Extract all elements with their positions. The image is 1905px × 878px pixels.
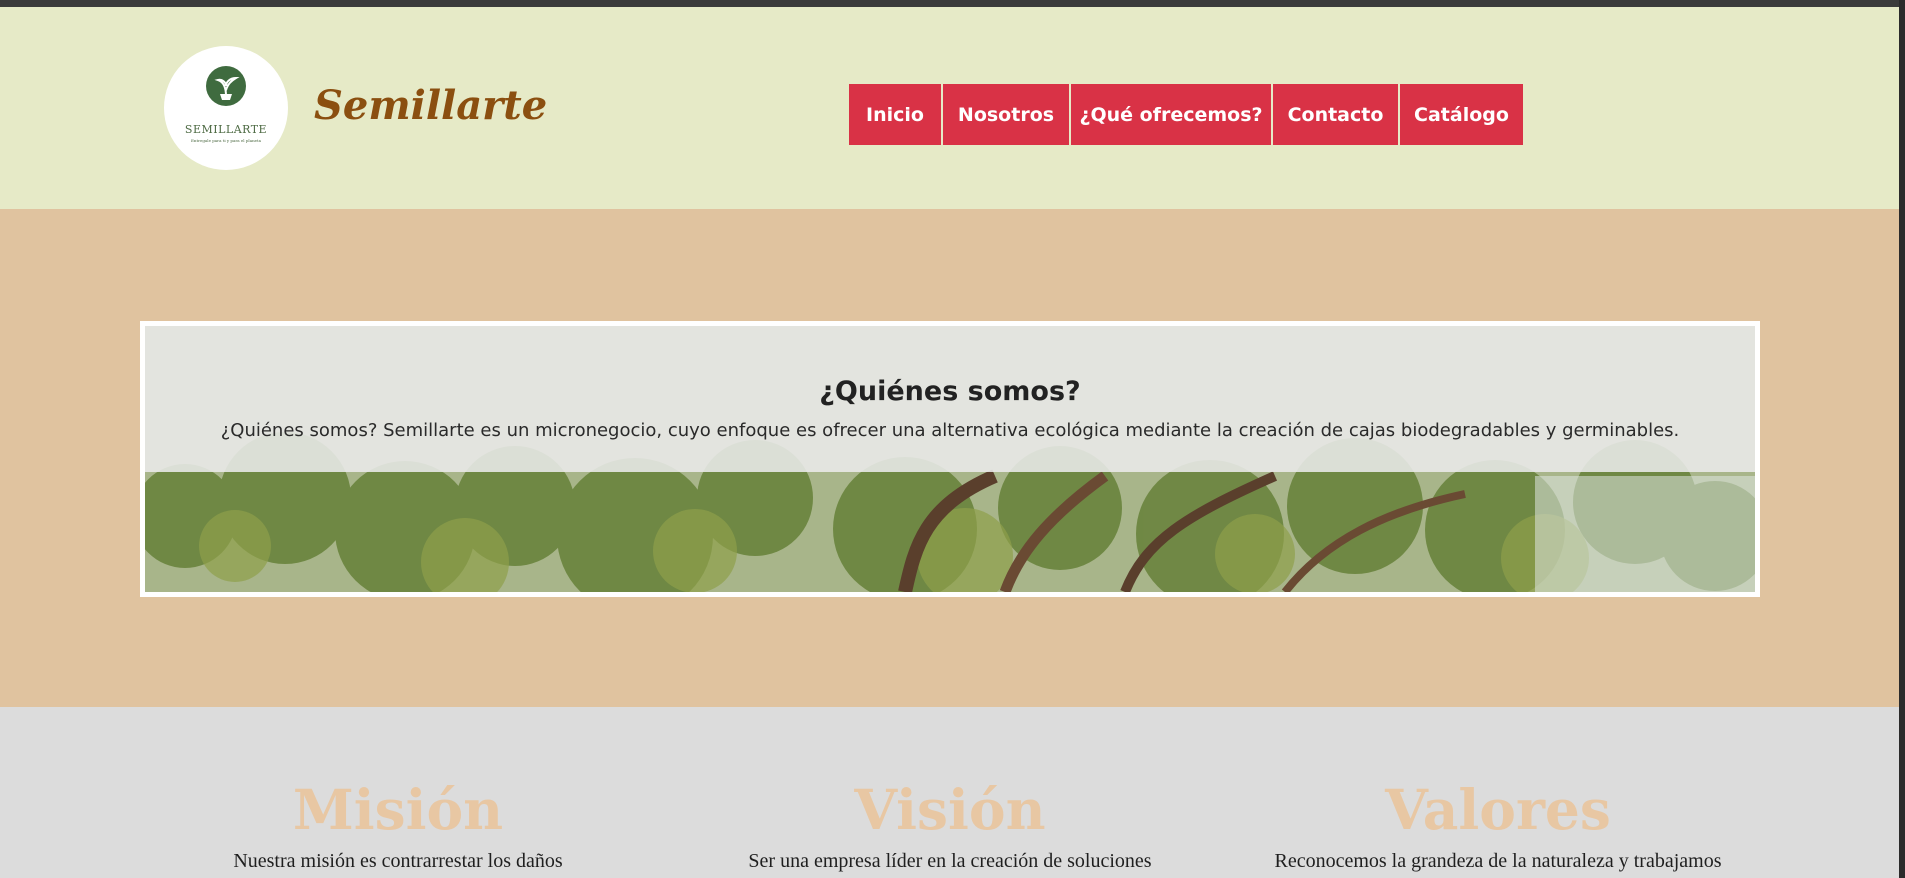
browser-top-edge — [0, 0, 1905, 7]
values-text: Reconocemos la grandeza de la naturaleza… — [1274, 850, 1722, 872]
mission-title: Misión — [292, 777, 504, 842]
about-overlay: ¿Quiénes somos? ¿Quiénes somos? Semillar… — [145, 326, 1755, 472]
logo-text: SEMILLARTE — [184, 123, 268, 136]
logo[interactable]: SEMILLARTE Entregale para ti y para el p… — [164, 46, 288, 170]
vision-title: Visión — [854, 777, 1046, 842]
vision-column: Visión Ser una empresa líder en la creac… — [700, 782, 1200, 873]
about-description: ¿Quiénes somos? Semillarte es un microne… — [220, 420, 1680, 441]
site-header: SEMILLARTE Entregale para ti y para el p… — [0, 7, 1899, 209]
nav-catalogo[interactable]: Catálogo — [1400, 84, 1523, 145]
window-scrollbar[interactable] — [1899, 0, 1905, 878]
values-section: Misión Nuestra misión es contrarrestar l… — [0, 707, 1899, 878]
vision-text: Ser una empresa líder en la creación de … — [748, 850, 1152, 872]
nav-contacto[interactable]: Contacto — [1273, 84, 1398, 145]
values-title: Valores — [1385, 777, 1611, 842]
mission-column: Misión Nuestra misión es contrarrestar l… — [148, 782, 648, 873]
nav-ofrecemos[interactable]: ¿Qué ofrecemos? — [1071, 84, 1271, 145]
nav-nosotros[interactable]: Nosotros — [943, 84, 1069, 145]
site-brand[interactable]: Semillarte — [314, 82, 547, 129]
nav-inicio[interactable]: Inicio — [849, 84, 941, 145]
main-nav: Inicio Nosotros ¿Qué ofrecemos? Contacto… — [849, 84, 1523, 145]
about-section: ¿Quiénes somos? ¿Quiénes somos? Semillar… — [0, 209, 1899, 707]
about-title: ¿Quiénes somos? — [819, 376, 1081, 408]
about-card: ¿Quiénes somos? ¿Quiénes somos? Semillar… — [140, 321, 1760, 597]
logo-subtext: Entregale para ti y para el planeta — [190, 138, 262, 143]
plant-icon — [206, 66, 246, 106]
values-column: Valores Reconocemos la grandeza de la na… — [1248, 782, 1748, 873]
tree-photo: ¿Quiénes somos? ¿Quiénes somos? Semillar… — [145, 326, 1755, 592]
mission-text: Nuestra misión es contrarrestar los daño… — [233, 850, 563, 872]
